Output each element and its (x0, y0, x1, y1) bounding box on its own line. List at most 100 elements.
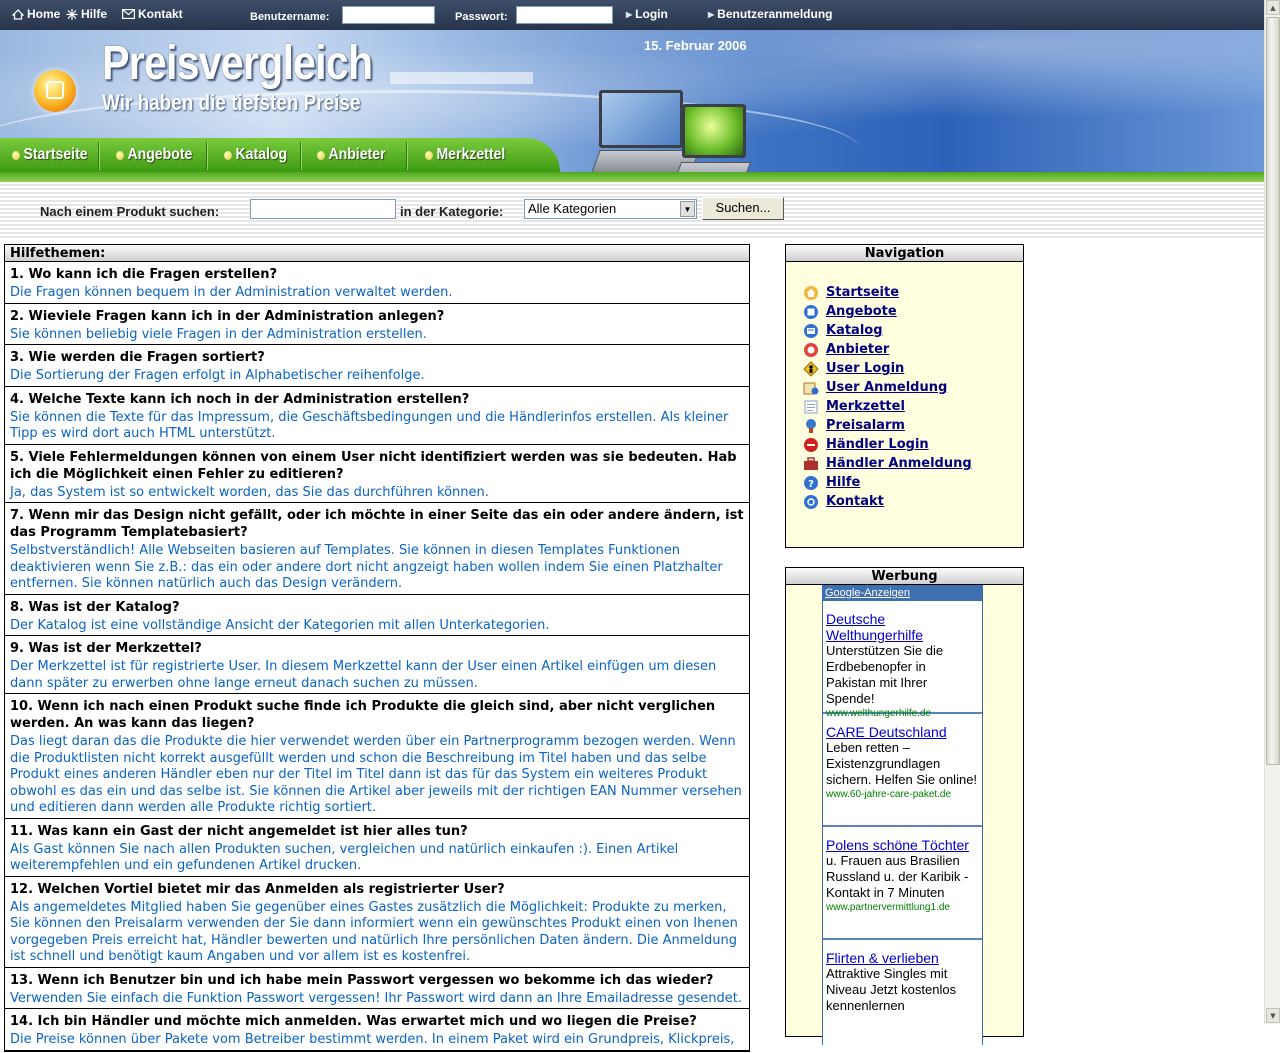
nav-angebote[interactable]: Angebote (116, 138, 192, 172)
nav-link-hilfe[interactable]: Hilfe (826, 475, 860, 490)
ad-url[interactable]: www.partnervermittlung1.de (826, 901, 979, 915)
nav-list-item: ? Hilfe (803, 473, 1023, 492)
home-link[interactable]: Home (12, 7, 60, 21)
faq-item: 1. Wo kann ich die Fragen erstellen? Die … (5, 262, 749, 304)
ad-item[interactable]: Flirten & verlieben Attraktive Singles m… (823, 940, 982, 1053)
ad-title[interactable]: CARE Deutschland (826, 724, 979, 740)
dealer-register-icon (803, 456, 819, 472)
nav-link-kontakt[interactable]: Kontakt (826, 494, 884, 509)
username-label: Benutzername: (250, 11, 330, 23)
help-topics-table: Hilfethemen: 1. Wo kann ich die Fragen e… (4, 244, 750, 1052)
faq-item: 7. Wenn mir das Design nicht gefällt, od… (5, 503, 749, 595)
site-title: Preisvergleich (102, 37, 373, 90)
faq-answer: Als Gast können Sie nach allen Produkten… (10, 841, 679, 874)
ad-item[interactable]: Polens schöne Töchter u. Frauen aus Bras… (823, 827, 982, 940)
chevron-down-icon[interactable]: ▼ (680, 201, 695, 217)
password-input[interactable] (516, 6, 613, 24)
nav-link-angebote[interactable]: Angebote (826, 304, 897, 319)
nav-label: Startseite (23, 146, 88, 163)
nav-link-startseite[interactable]: Startseite (826, 285, 899, 300)
faq-answer: Die Preise können über Pakete vom Betrei… (10, 1032, 735, 1047)
nav-merkzettel[interactable]: Merkzettel (425, 138, 505, 172)
faq-question: 13. Wenn ich Benutzer bin und ich habe m… (10, 972, 714, 988)
nav-link-user-anmeldung[interactable]: User Anmeldung (826, 380, 947, 395)
faq-item: 2. Wieviele Fragen kann ich in der Admin… (5, 304, 749, 345)
category-select[interactable]: Alle Kategorien ▼ (524, 199, 697, 219)
nav-startseite[interactable]: Startseite (12, 138, 88, 172)
ad-item[interactable]: Deutsche Welthungerhilfe Unterstützen Si… (823, 601, 982, 719)
help-icon (66, 8, 78, 20)
nav-link-preisalarm[interactable]: Preisalarm (826, 418, 905, 433)
nav-anbieter[interactable]: Anbieter (317, 138, 386, 172)
nav-list-item: Merkzettel (803, 397, 1023, 416)
ad-body: Leben retten – Existenzgrundlagen sicher… (826, 740, 978, 787)
help-link[interactable]: Hilfe (66, 7, 107, 21)
faq-question: 4. Welche Texte kann ich noch in der Adm… (10, 391, 470, 407)
home-link-label: Home (27, 7, 61, 21)
faq-item: 9. Was ist der Merkzettel? Der Merkzettel… (5, 636, 749, 694)
contact-link[interactable]: Kontakt (122, 7, 183, 21)
home-icon (12, 8, 24, 20)
bullet-icon (224, 150, 232, 160)
nav-label: Angebote (127, 146, 193, 163)
green-stripe (0, 172, 1264, 182)
password-label: Passwort: (455, 11, 508, 23)
nav-list-item: User Login (803, 359, 1023, 378)
faq-question: 7. Wenn mir das Design nicht gefällt, od… (10, 508, 744, 540)
home-icon (803, 285, 819, 301)
ad-item[interactable]: CARE Deutschland Leben retten – Existenz… (823, 714, 982, 827)
faq-question: 14. Ich bin Händler und möchte mich anme… (10, 1014, 697, 1029)
arrow-right-icon: ▶ (708, 9, 715, 19)
login-button[interactable]: ▶ Login (626, 7, 668, 21)
nav-link-user-login[interactable]: User Login (826, 361, 904, 376)
faq-answer: Selbstverständlich! Alle Webseiten basie… (10, 543, 723, 591)
faq-item: 4. Welche Texte kann ich noch in der Adm… (5, 387, 749, 445)
faq-question: 10. Wenn ich nach einen Produkt suche fi… (10, 699, 716, 731)
search-input[interactable] (250, 199, 396, 219)
nav-link-haendler-login[interactable]: Händler Login (826, 437, 929, 452)
faq-item: 14. Ich bin Händler und möchte mich anme… (5, 1009, 749, 1051)
faq-question: 12. Welchen Vortiel bietet mir das Anmel… (10, 881, 505, 897)
nav-link-merkzettel[interactable]: Merkzettel (826, 399, 905, 414)
category-select-value: Alle Kategorien (528, 201, 617, 216)
ad-body: Attraktive Singles mit Niveau Jetzt kost… (826, 966, 957, 1013)
scroll-thumb[interactable] (1266, 17, 1280, 765)
nav-link-anbieter[interactable]: Anbieter (826, 342, 889, 357)
ad-title[interactable]: Deutsche Welthungerhilfe (826, 611, 979, 643)
google-ads-label[interactable]: Google-Anzeigen (823, 585, 982, 601)
advertising-box: Werbung Google-Anzeigen Deutsche Welthun… (785, 567, 1024, 1045)
category-label: in der Kategorie: (400, 204, 504, 219)
ad-title[interactable]: Polens schöne Töchter (826, 837, 979, 853)
bullet-icon (317, 150, 325, 160)
faq-answer: Der Katalog ist eine vollständige Ansich… (10, 617, 550, 633)
search-button[interactable]: Suchen... (702, 197, 784, 220)
nav-link-katalog[interactable]: Katalog (826, 323, 883, 338)
username-input[interactable] (342, 6, 435, 24)
ad-url[interactable]: www.60-jahre-care-paket.de (826, 788, 979, 802)
faq-answer: Ja, das System ist so entwickelt worden,… (10, 484, 489, 500)
navigation-heading: Navigation (786, 245, 1023, 262)
nav-divider (406, 142, 407, 170)
scroll-up-icon[interactable]: ▲ (1266, 0, 1280, 15)
faq-item: 5. Viele Fehlermeldungen können von eine… (5, 445, 749, 503)
top-bar: Home Hilfe Kontakt Benutzername: Passwor… (0, 0, 1264, 30)
ad-body: u. Frauen aus Brasilien Russland u. der … (826, 853, 969, 900)
nav-katalog[interactable]: Katalog (224, 138, 287, 172)
nav-link-haendler-anmeldung[interactable]: Händler Anmeldung (826, 456, 972, 471)
scroll-down-icon[interactable]: ▼ (1266, 1008, 1280, 1023)
faq-answer: Der Merkzettel ist für registrierte User… (10, 659, 717, 691)
logo-icon (34, 70, 76, 112)
search-label: Nach einem Produkt suchen: (40, 204, 220, 219)
vertical-scrollbar[interactable]: ▲ ▼ (1264, 0, 1280, 1024)
main-nav: Startseite Angebote Katalog Anbieter Mer… (0, 138, 560, 172)
help-topics-heading: Hilfethemen: (5, 245, 749, 262)
user-register-link-label: Benutzeranmeldung (717, 7, 833, 21)
nav-list-item: Anbieter (803, 340, 1023, 359)
ad-body: Unterstützen Sie die Erdbebenopfer in Pa… (826, 643, 944, 706)
user-register-link[interactable]: ▶ Benutzeranmeldung (708, 7, 833, 21)
faq-question: 8. Was ist der Katalog? (10, 599, 180, 615)
site-subtitle: Wir haben die tiefsten Preise (102, 90, 361, 115)
faq-item: 11. Was kann ein Gast der nicht angemeld… (5, 819, 749, 877)
user-register-icon (803, 380, 819, 396)
ad-title[interactable]: Flirten & verlieben (826, 950, 979, 966)
